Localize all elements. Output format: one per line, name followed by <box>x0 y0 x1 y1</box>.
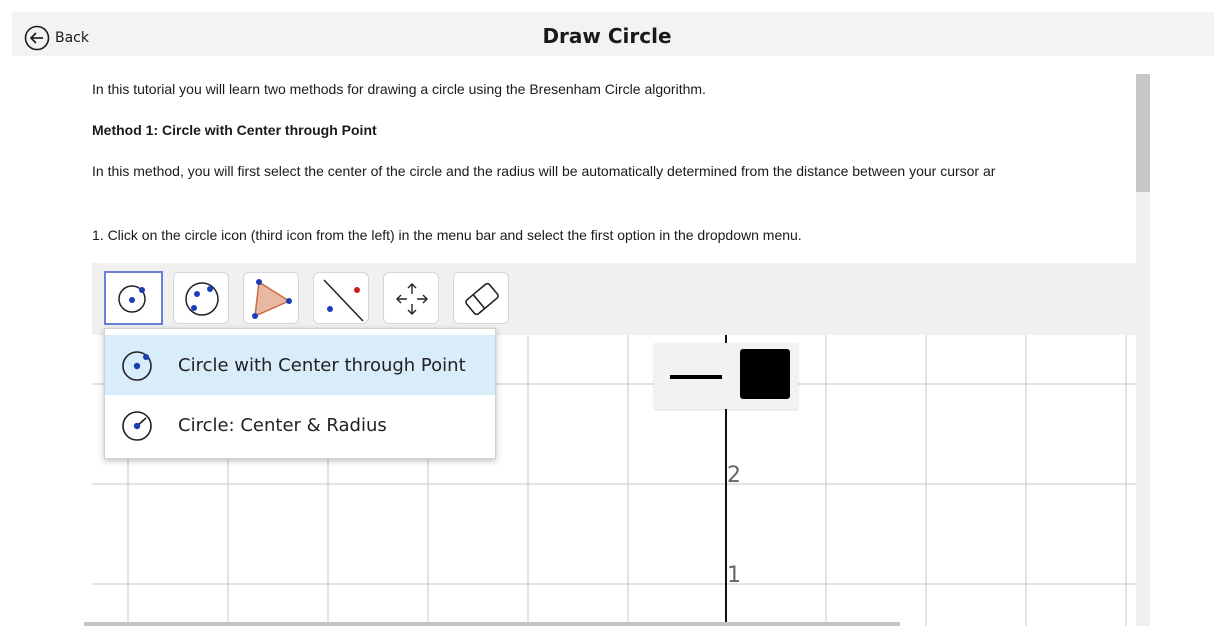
dropdown-item-circle-center-point[interactable]: Circle with Center through Point <box>105 335 495 395</box>
method1-text: In this method, you will first select th… <box>92 163 996 179</box>
page-title: Draw Circle <box>542 24 672 48</box>
color-button[interactable] <box>740 349 790 399</box>
circle-three-points-tool[interactable] <box>173 272 229 324</box>
circle-center-point-icon <box>118 285 146 313</box>
dropdown-item-label: Circle: Center & Radius <box>178 414 387 436</box>
y-axis-label-2: 2 <box>727 463 741 488</box>
style-bar <box>654 343 798 409</box>
circle-center-point-tool[interactable] <box>104 271 163 325</box>
dropdown-item-circle-center-radius[interactable]: Circle: Center & Radius <box>105 395 495 455</box>
circle-center-radius-icon <box>122 411 152 441</box>
move-graphics-view-tool[interactable] <box>383 272 439 324</box>
method1-heading: Method 1: Circle with Center through Poi… <box>92 122 377 138</box>
circle-three-points-icon <box>185 282 219 316</box>
dropdown-item-label: Circle with Center through Point <box>178 354 466 376</box>
polygon-icon <box>252 279 292 319</box>
intro-text: In this tutorial you will learn two meth… <box>92 81 706 97</box>
circle-tool-dropdown: Circle with Center through Point Circle:… <box>104 328 496 459</box>
move-graphics-view-icon <box>396 283 428 315</box>
eraser-tool[interactable] <box>453 272 509 324</box>
line-style-button[interactable] <box>670 375 722 379</box>
circle-center-point-icon <box>122 351 152 381</box>
vertical-scrollbar-thumb[interactable] <box>1136 74 1150 192</box>
eraser-icon <box>465 282 499 316</box>
horizontal-scrollbar[interactable] <box>84 622 900 626</box>
polygon-tool[interactable] <box>243 272 299 324</box>
y-axis-label-1: 1 <box>727 563 741 588</box>
applet-toolbar <box>92 263 1136 335</box>
vertical-scrollbar[interactable] <box>1136 74 1150 626</box>
line-tool[interactable] <box>313 272 369 324</box>
line-icon <box>323 279 364 322</box>
step1-text: 1. Click on the circle icon (third icon … <box>92 227 802 243</box>
